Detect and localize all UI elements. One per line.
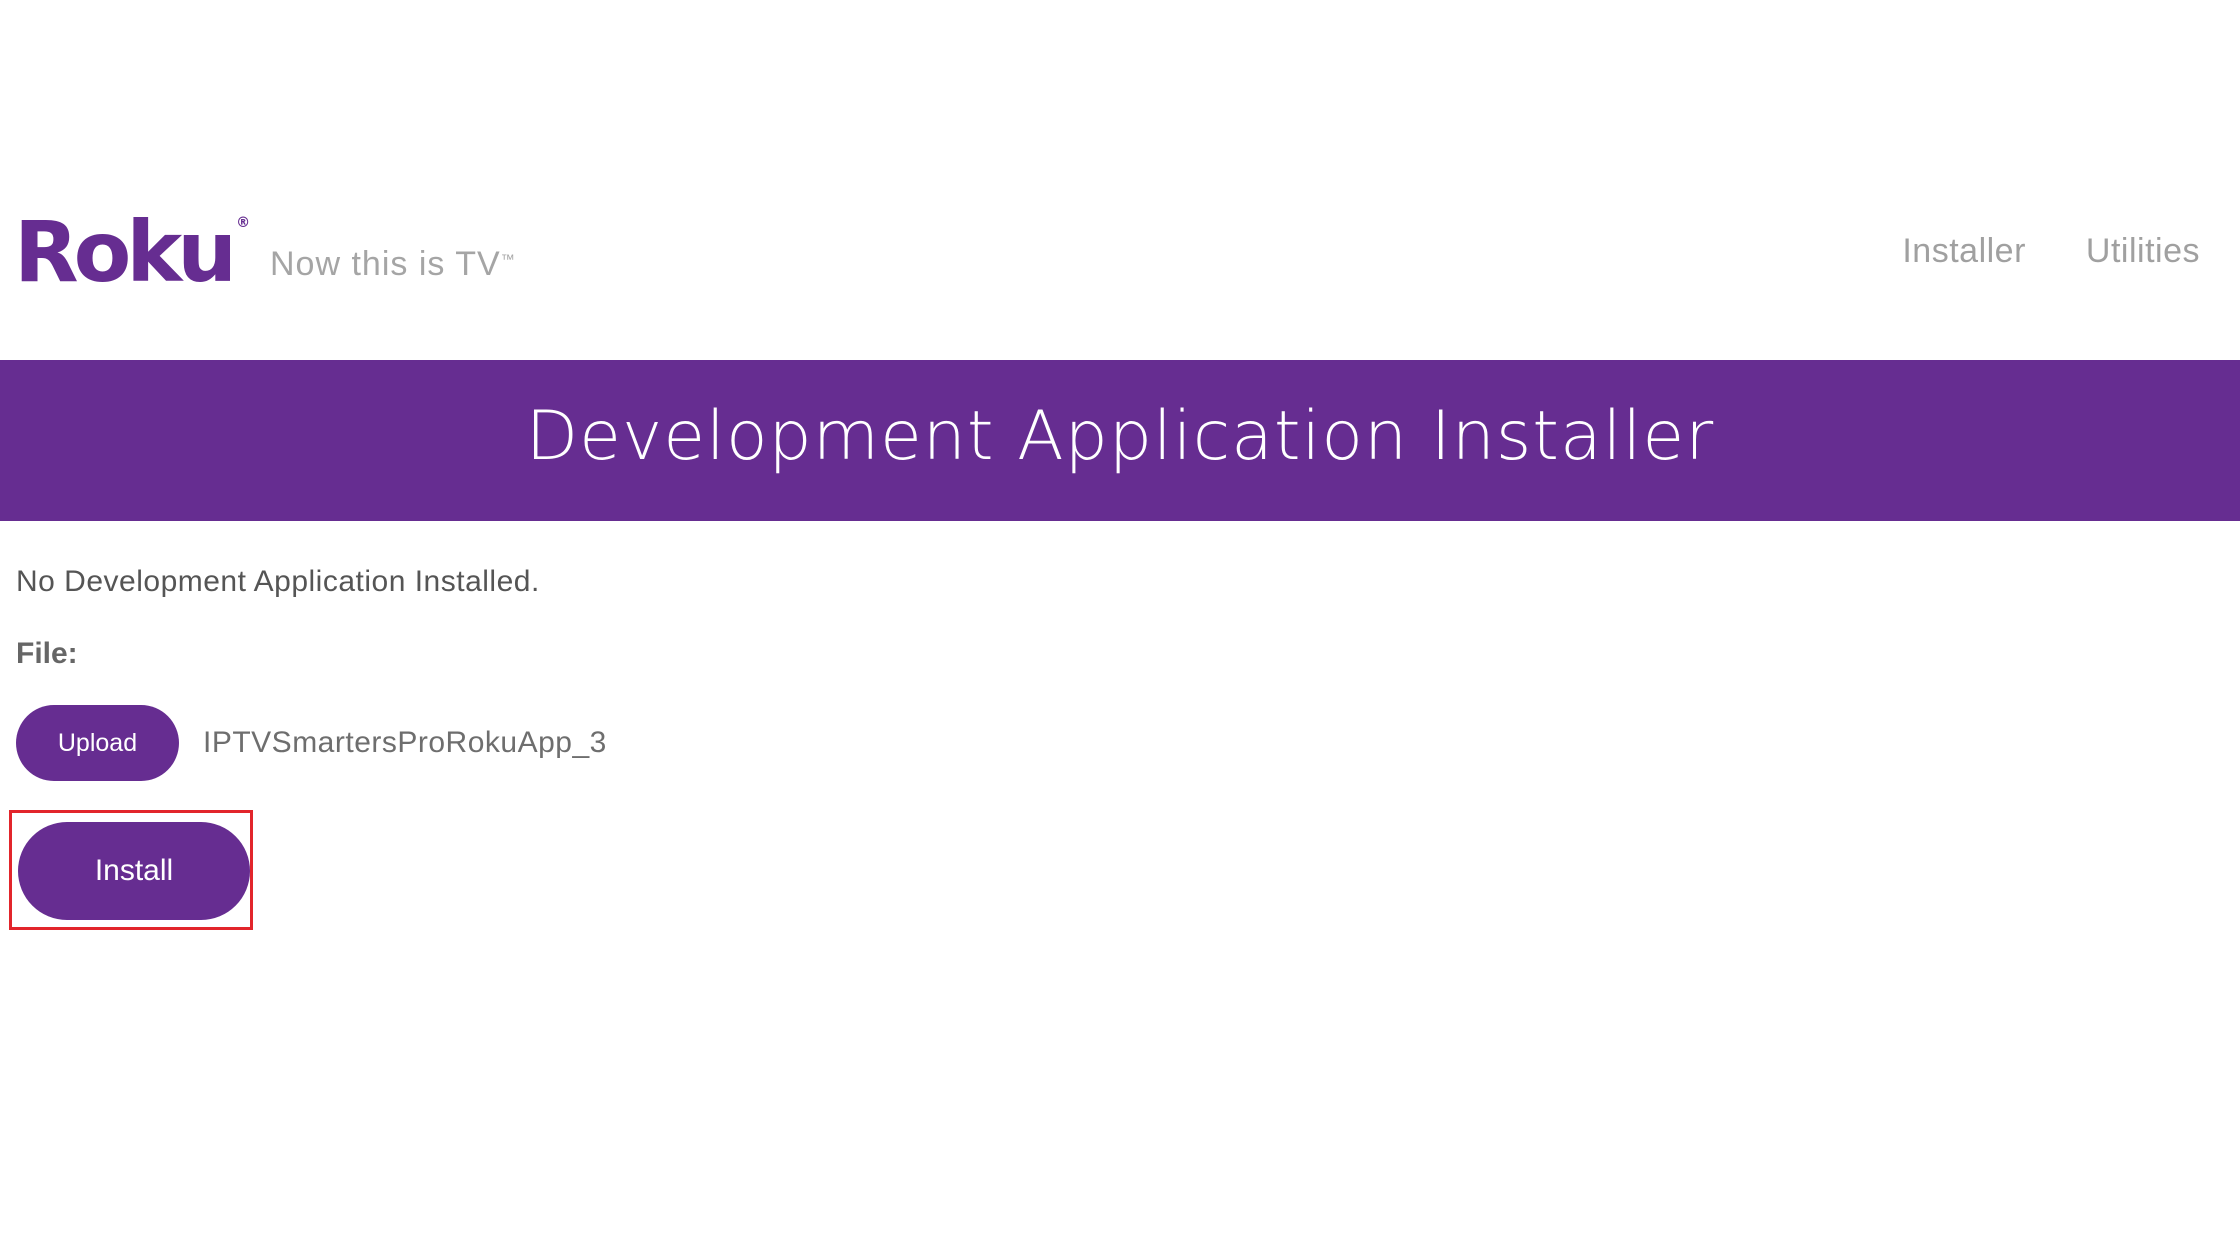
nav-installer[interactable]: Installer — [1902, 232, 2026, 271]
install-button[interactable]: Install — [18, 822, 250, 920]
file-label: File: — [16, 637, 78, 670]
main-content: No Development Application Installed. Fi… — [16, 565, 2216, 781]
upload-row: Upload IPTVSmartersProRokuApp_3 — [16, 705, 2216, 781]
logo-text: Roku — [14, 203, 237, 301]
tagline: Now this is TV™ — [270, 245, 516, 284]
tagline-text: Now this is TV — [270, 245, 501, 283]
install-status-text: No Development Application Installed. — [16, 565, 540, 598]
page: Roku ® Now this is TV™ Installer Utilitie… — [0, 0, 2240, 1260]
title-banner: Development Application Installer — [0, 360, 2240, 521]
roku-logo[interactable]: Roku ® — [14, 210, 250, 294]
nav-utilities[interactable]: Utilities — [2086, 232, 2200, 271]
install-highlight-box: Install — [9, 810, 253, 930]
registered-mark: ® — [236, 215, 251, 231]
header: Roku ® Now this is TV™ Installer Utilitie… — [0, 190, 2240, 360]
page-title: Development Application Installer — [525, 397, 1715, 476]
upload-button[interactable]: Upload — [16, 705, 179, 781]
top-nav: Installer Utilities — [1902, 232, 2200, 271]
trademark-mark: ™ — [500, 251, 516, 267]
selected-file-name: IPTVSmartersProRokuApp_3 — [203, 726, 607, 759]
